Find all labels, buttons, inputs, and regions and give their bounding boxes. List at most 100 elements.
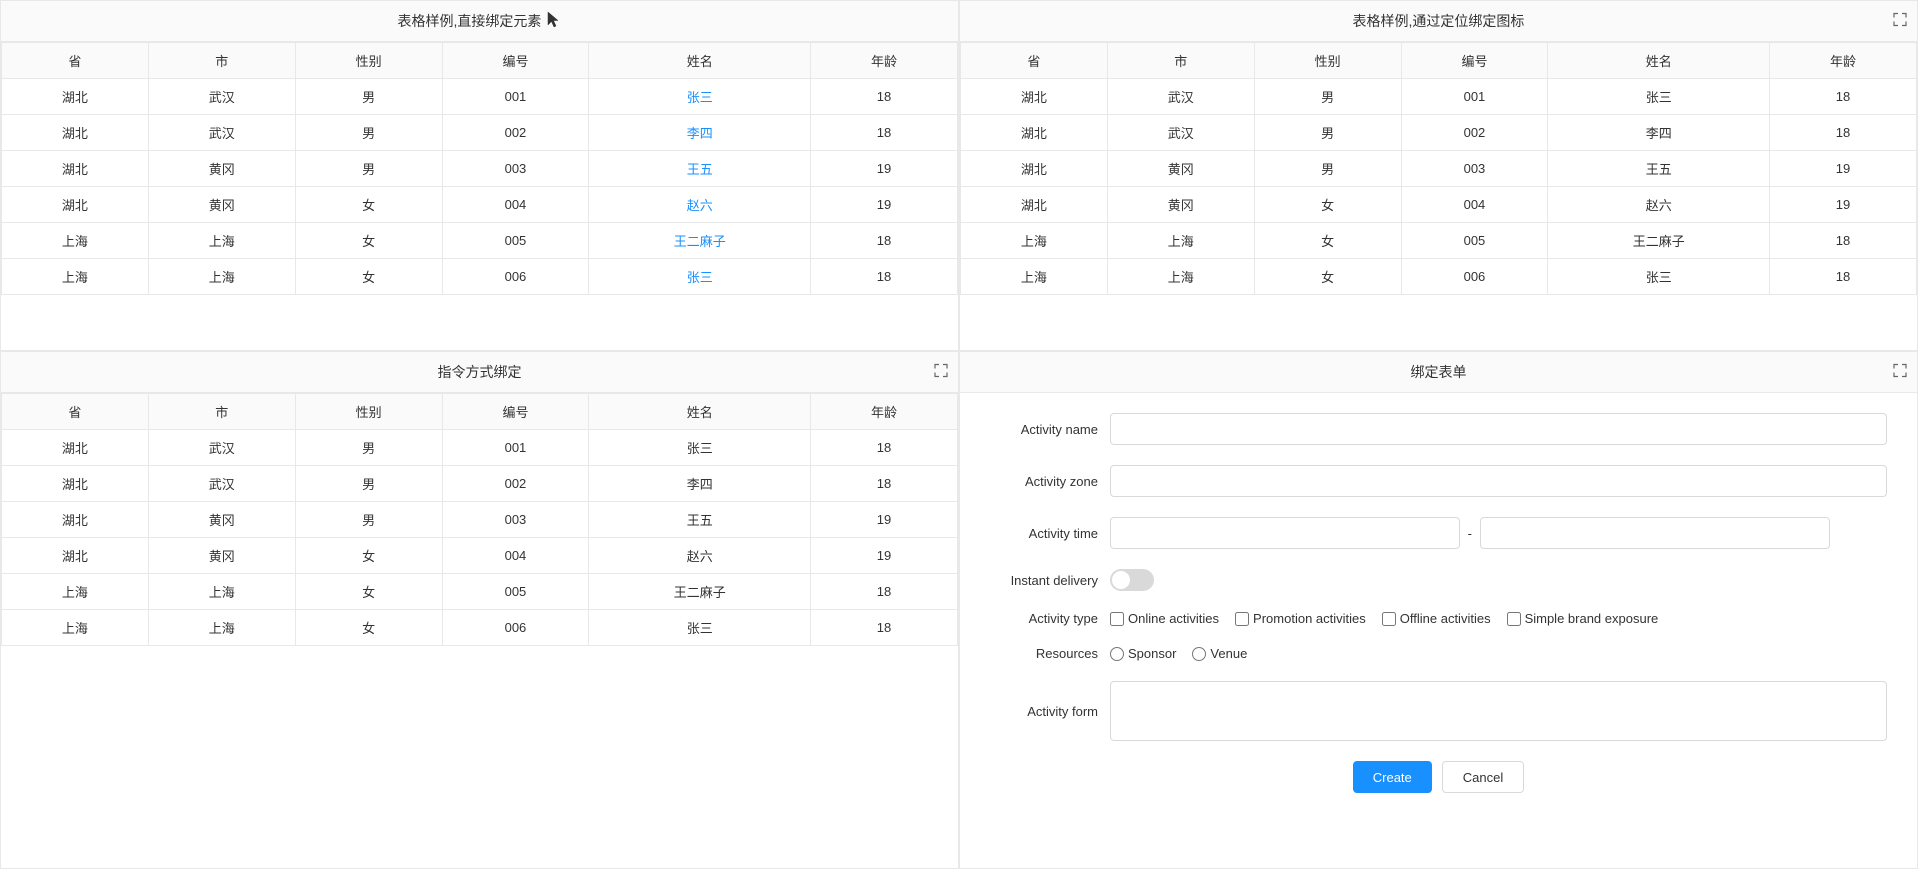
- expand-icon-bottom-right[interactable]: [1893, 364, 1907, 381]
- table-cell: 女: [1254, 223, 1401, 259]
- table-row: 上海上海女006张三18: [961, 259, 1917, 295]
- col-age: 年龄: [1770, 43, 1917, 79]
- checkbox-item-brand[interactable]: Simple brand exposure: [1507, 611, 1659, 626]
- table-cell: 003: [442, 151, 589, 187]
- table-cell: 王五: [589, 502, 811, 538]
- table-cell: 湖北: [961, 115, 1108, 151]
- table-cell: 湖北: [2, 151, 149, 187]
- col-age: 年龄: [811, 394, 958, 430]
- table-cell: 003: [1401, 151, 1548, 187]
- table-cell: 上海: [148, 223, 295, 259]
- table-cell: 黄冈: [148, 151, 295, 187]
- table-cell[interactable]: 王二麻子: [589, 223, 811, 259]
- col-city: 市: [148, 43, 295, 79]
- table-cell: 18: [811, 79, 958, 115]
- date-separator: -: [1468, 526, 1472, 541]
- label-activity-type: Activity type: [990, 611, 1110, 626]
- checkbox-item-promotion[interactable]: Promotion activities: [1235, 611, 1366, 626]
- table-row: 湖北黄冈女004赵六19: [2, 538, 958, 574]
- table-row: 上海上海女005王二麻子18: [961, 223, 1917, 259]
- table-cell: 湖北: [961, 79, 1108, 115]
- checkbox-brand[interactable]: [1507, 612, 1521, 626]
- col-city: 市: [148, 394, 295, 430]
- table-cell: 武汉: [1107, 79, 1254, 115]
- label-instant-delivery: Instant delivery: [990, 573, 1110, 588]
- checkbox-promotion[interactable]: [1235, 612, 1249, 626]
- table-cell[interactable]: 赵六: [589, 187, 811, 223]
- checkbox-item-online[interactable]: Online activities: [1110, 611, 1219, 626]
- table-cell: 湖北: [2, 502, 149, 538]
- table-cell: 男: [295, 115, 442, 151]
- checkbox-label-promotion: Promotion activities: [1253, 611, 1366, 626]
- table-cell: 上海: [148, 574, 295, 610]
- col-id: 编号: [1401, 43, 1548, 79]
- page-container: 表格样例,直接绑定元素 省 市 性别 编号 姓名 年龄 湖北武汉男001张三18…: [0, 0, 1918, 869]
- table-cell: 男: [295, 430, 442, 466]
- table-row: 湖北黄冈男003王五19: [961, 151, 1917, 187]
- table-cell: 男: [1254, 79, 1401, 115]
- table-cell: 黄冈: [148, 187, 295, 223]
- table-cell: 湖北: [2, 79, 149, 115]
- panel-title-top-right: 表格样例,通过定位绑定图标: [960, 1, 1917, 42]
- table-cell: 武汉: [1107, 115, 1254, 151]
- col-province: 省: [961, 43, 1108, 79]
- date-end-input[interactable]: [1480, 517, 1830, 549]
- table-cell: 张三: [1548, 79, 1770, 115]
- checkbox-label-online: Online activities: [1128, 611, 1219, 626]
- table-cell: 湖北: [2, 538, 149, 574]
- table-cell: 黄冈: [1107, 151, 1254, 187]
- create-button[interactable]: Create: [1353, 761, 1432, 793]
- table-top-left: 省 市 性别 编号 姓名 年龄 湖北武汉男001张三18湖北武汉男002李四18…: [1, 42, 958, 295]
- table-cell: 上海: [1107, 223, 1254, 259]
- table-cell[interactable]: 王五: [589, 151, 811, 187]
- table-cell: 上海: [961, 223, 1108, 259]
- panel-title-top-left: 表格样例,直接绑定元素: [1, 1, 958, 42]
- table-row: 湖北黄冈男003王五19: [2, 151, 958, 187]
- switch-instant-delivery[interactable]: [1110, 569, 1154, 591]
- input-activity-zone[interactable]: [1110, 465, 1887, 497]
- table-cell: 赵六: [1548, 187, 1770, 223]
- table-cell[interactable]: 张三: [589, 259, 811, 295]
- cancel-button[interactable]: Cancel: [1442, 761, 1524, 793]
- table-row: 湖北武汉男002李四18: [2, 466, 958, 502]
- checkbox-offline[interactable]: [1382, 612, 1396, 626]
- radio-sponsor[interactable]: [1110, 647, 1124, 661]
- panel-bottom-right: 绑定表单 Activity name Activity zone Activit…: [959, 351, 1918, 869]
- radio-item-venue[interactable]: Venue: [1192, 646, 1247, 661]
- expand-icon-top-right[interactable]: [1893, 13, 1907, 30]
- panel-top-right: 表格样例,通过定位绑定图标 省 市 性别 编号 姓名 年龄 湖北武汉男001张三…: [959, 0, 1918, 351]
- date-range-group: -: [1110, 517, 1887, 549]
- table-cell: 005: [1401, 223, 1548, 259]
- panel-title-bottom-right: 绑定表单: [960, 352, 1917, 393]
- table-cell: 女: [295, 610, 442, 646]
- input-activity-name[interactable]: [1110, 413, 1887, 445]
- table-cell[interactable]: 李四: [589, 115, 811, 151]
- table-cell: 王五: [1548, 151, 1770, 187]
- form-row-activity-form: Activity form: [990, 681, 1887, 741]
- table-cell: 18: [1770, 115, 1917, 151]
- textarea-activity-form[interactable]: [1110, 681, 1887, 741]
- table-cell[interactable]: 张三: [589, 79, 811, 115]
- table-cell: 湖北: [961, 187, 1108, 223]
- table-cell: 002: [1401, 115, 1548, 151]
- checkbox-online[interactable]: [1110, 612, 1124, 626]
- panel-bottom-right-title: 绑定表单: [1411, 364, 1467, 380]
- table-cell: 上海: [2, 223, 149, 259]
- table-cell: 李四: [589, 466, 811, 502]
- table-cell: 男: [1254, 151, 1401, 187]
- expand-icon-bottom-left[interactable]: [934, 364, 948, 381]
- panel-top-left: 表格样例,直接绑定元素 省 市 性别 编号 姓名 年龄 湖北武汉男001张三18…: [0, 0, 959, 351]
- checkbox-item-offline[interactable]: Offline activities: [1382, 611, 1491, 626]
- table-row: 湖北武汉男002李四18: [2, 115, 958, 151]
- radio-venue[interactable]: [1192, 647, 1206, 661]
- table-cell: 005: [442, 574, 589, 610]
- col-name: 姓名: [589, 43, 811, 79]
- table-cell: 19: [1770, 187, 1917, 223]
- table-cell: 18: [811, 610, 958, 646]
- date-start-input[interactable]: [1110, 517, 1460, 549]
- col-gender: 性别: [295, 394, 442, 430]
- cursor-icon: [545, 11, 561, 31]
- radio-item-sponsor[interactable]: Sponsor: [1110, 646, 1176, 661]
- table-cell: 18: [811, 259, 958, 295]
- table-cell: 上海: [961, 259, 1108, 295]
